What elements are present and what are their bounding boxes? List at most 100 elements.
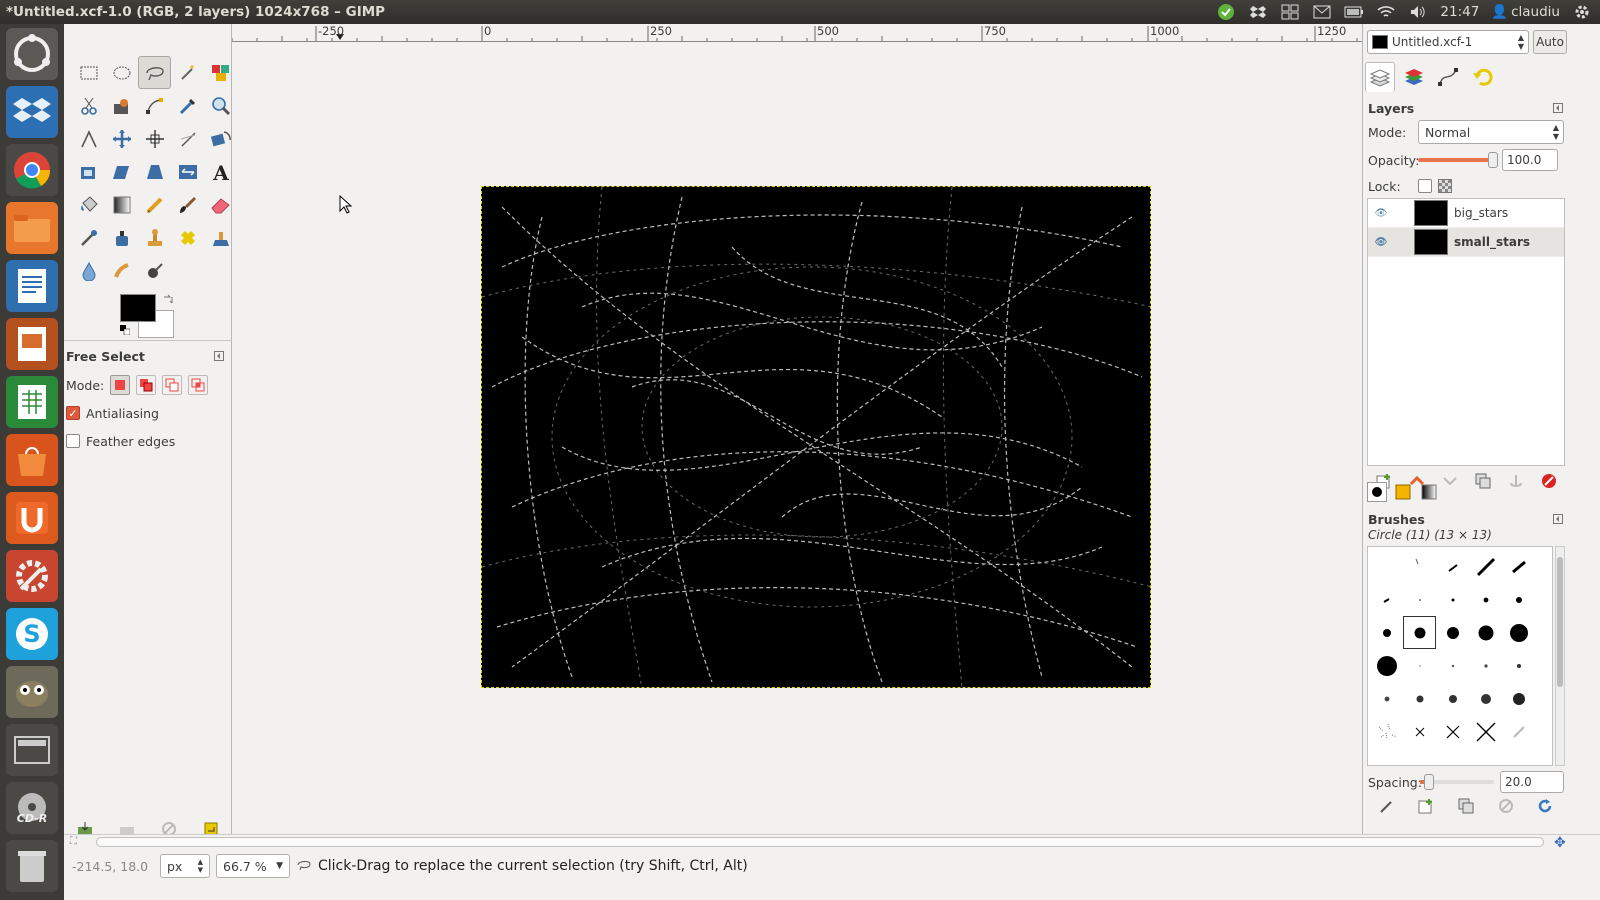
- flip-icon[interactable]: [171, 155, 204, 188]
- update-icon[interactable]: [1216, 3, 1236, 21]
- ink-icon[interactable]: [105, 221, 138, 254]
- free-select-icon[interactable]: [138, 56, 171, 89]
- clone-icon[interactable]: [138, 221, 171, 254]
- brush-item[interactable]: [1403, 649, 1436, 682]
- mode-replace-button[interactable]: [110, 375, 131, 395]
- anchor-layer-icon[interactable]: [1508, 473, 1524, 492]
- brush-item[interactable]: [1436, 649, 1469, 682]
- dropbox-icon[interactable]: [6, 86, 58, 138]
- brush-item[interactable]: [1502, 649, 1535, 682]
- brush-item[interactable]: [1436, 550, 1469, 583]
- navigate-icon[interactable]: ✥: [1554, 835, 1566, 851]
- mode-subtract-button[interactable]: [162, 375, 183, 395]
- heal-icon[interactable]: [171, 221, 204, 254]
- brush-item[interactable]: [1436, 715, 1469, 748]
- brush-item[interactable]: [1403, 715, 1436, 748]
- layers-tab-icon[interactable]: [1365, 62, 1395, 92]
- paths-tab-icon[interactable]: [1433, 62, 1463, 92]
- zoom-selector[interactable]: 66.7 % ▼: [216, 854, 290, 878]
- brushes-tab-icon[interactable]: [1367, 482, 1387, 502]
- eye-icon[interactable]: 👁: [1368, 237, 1394, 248]
- brush-item[interactable]: [1370, 616, 1403, 649]
- fuzzy-select-icon[interactable]: [171, 56, 204, 89]
- volume-icon[interactable]: [1408, 3, 1428, 21]
- brushes-scrollbar[interactable]: [1555, 546, 1565, 766]
- brush-item[interactable]: [1370, 715, 1403, 748]
- antialiasing-checkbox[interactable]: ✓: [66, 406, 80, 420]
- pencil-icon[interactable]: [138, 188, 171, 221]
- brush-item[interactable]: [1403, 682, 1436, 715]
- brush-item[interactable]: [1436, 682, 1469, 715]
- brush-item[interactable]: [1502, 550, 1535, 583]
- spacing-slider[interactable]: [1420, 774, 1494, 790]
- lower-layer-icon[interactable]: [1442, 473, 1458, 492]
- mail-icon[interactable]: [1312, 3, 1332, 21]
- move-icon[interactable]: [105, 122, 138, 155]
- battery-icon[interactable]: [1344, 3, 1364, 21]
- chrome-icon[interactable]: [6, 144, 58, 196]
- brush-item[interactable]: [1502, 583, 1535, 616]
- writer-icon[interactable]: [6, 260, 58, 312]
- clock[interactable]: 21:47: [1440, 4, 1479, 20]
- brush-item[interactable]: [1370, 682, 1403, 715]
- horizontal-ruler[interactable]: -250 0 250 500 750 1000 1250: [232, 24, 1362, 42]
- layer-row[interactable]: 👁 small_stars: [1368, 228, 1564, 257]
- unit-selector[interactable]: px ▲ ▼: [160, 854, 210, 878]
- color-picker-icon[interactable]: [171, 89, 204, 122]
- gimp-icon[interactable]: [6, 666, 58, 718]
- brush-item[interactable]: [1469, 649, 1502, 682]
- canvas-area[interactable]: -250 0 250 500 750 1000 1250: [232, 24, 1362, 834]
- impress-icon[interactable]: [6, 318, 58, 370]
- airbrush-icon[interactable]: [72, 221, 105, 254]
- scissors-icon[interactable]: [72, 89, 105, 122]
- edit-brush-icon[interactable]: [1379, 798, 1395, 817]
- layer-mode-dropdown[interactable]: Normal ▲ ▼: [1418, 120, 1564, 144]
- brush-item[interactable]: [1370, 550, 1403, 583]
- opacity-spinbox[interactable]: 100.0: [1502, 149, 1558, 171]
- shear-icon[interactable]: [105, 155, 138, 188]
- swap-colors-icon[interactable]: [162, 294, 174, 309]
- paintbrush-icon[interactable]: [171, 188, 204, 221]
- perspective-icon[interactable]: [138, 155, 171, 188]
- brush-item[interactable]: [1469, 583, 1502, 616]
- user-menu[interactable]: 👤 claudiu: [1491, 4, 1560, 20]
- brush-item[interactable]: [1403, 583, 1436, 616]
- refresh-brushes-icon[interactable]: [1537, 798, 1553, 817]
- dropbox-tray-icon[interactable]: [1248, 3, 1268, 21]
- undo-history-tab-icon[interactable]: [1467, 62, 1497, 92]
- brush-item[interactable]: [1436, 616, 1469, 649]
- feather-edges-checkbox[interactable]: [66, 434, 80, 448]
- lock-pixels-checkbox[interactable]: [1418, 179, 1432, 193]
- ubuntu-one-icon[interactable]: [6, 492, 58, 544]
- delete-layer-icon[interactable]: [1541, 473, 1557, 492]
- trash-icon[interactable]: [6, 840, 58, 892]
- quick-mask-icon[interactable]: ⛶: [70, 836, 77, 847]
- brush-item[interactable]: [1469, 682, 1502, 715]
- software-center-icon[interactable]: [6, 434, 58, 486]
- smudge-icon[interactable]: [105, 254, 138, 287]
- brush-item[interactable]: [1403, 550, 1436, 583]
- wifi-icon[interactable]: [1376, 3, 1396, 21]
- dodge-burn-icon[interactable]: [138, 254, 171, 287]
- dash-home-icon[interactable]: [6, 28, 58, 80]
- system-settings-icon[interactable]: [6, 550, 58, 602]
- duplicate-layer-icon[interactable]: [1475, 473, 1491, 492]
- ellipse-select-icon[interactable]: [105, 56, 138, 89]
- mode-intersect-button[interactable]: [188, 375, 209, 395]
- brush-item[interactable]: [1469, 715, 1502, 748]
- workspaces-icon[interactable]: [1280, 3, 1300, 21]
- calc-icon[interactable]: [6, 376, 58, 428]
- opacity-slider-handle[interactable]: [1488, 152, 1498, 168]
- default-colors-icon[interactable]: [120, 324, 131, 338]
- cd-r-icon[interactable]: CD-R: [6, 782, 58, 834]
- brushes-grid[interactable]: [1367, 546, 1553, 766]
- align-icon[interactable]: [138, 122, 171, 155]
- foreground-select-icon[interactable]: [105, 89, 138, 122]
- workspace-switcher-icon[interactable]: [6, 724, 58, 776]
- layer-row[interactable]: 👁 big_stars: [1368, 199, 1564, 228]
- gradients-tab-icon[interactable]: [1419, 482, 1439, 502]
- brush-item[interactable]: [1469, 550, 1502, 583]
- scroll-track[interactable]: [96, 837, 1544, 847]
- foreground-color-swatch[interactable]: [120, 294, 156, 322]
- image-canvas[interactable]: [481, 186, 1151, 688]
